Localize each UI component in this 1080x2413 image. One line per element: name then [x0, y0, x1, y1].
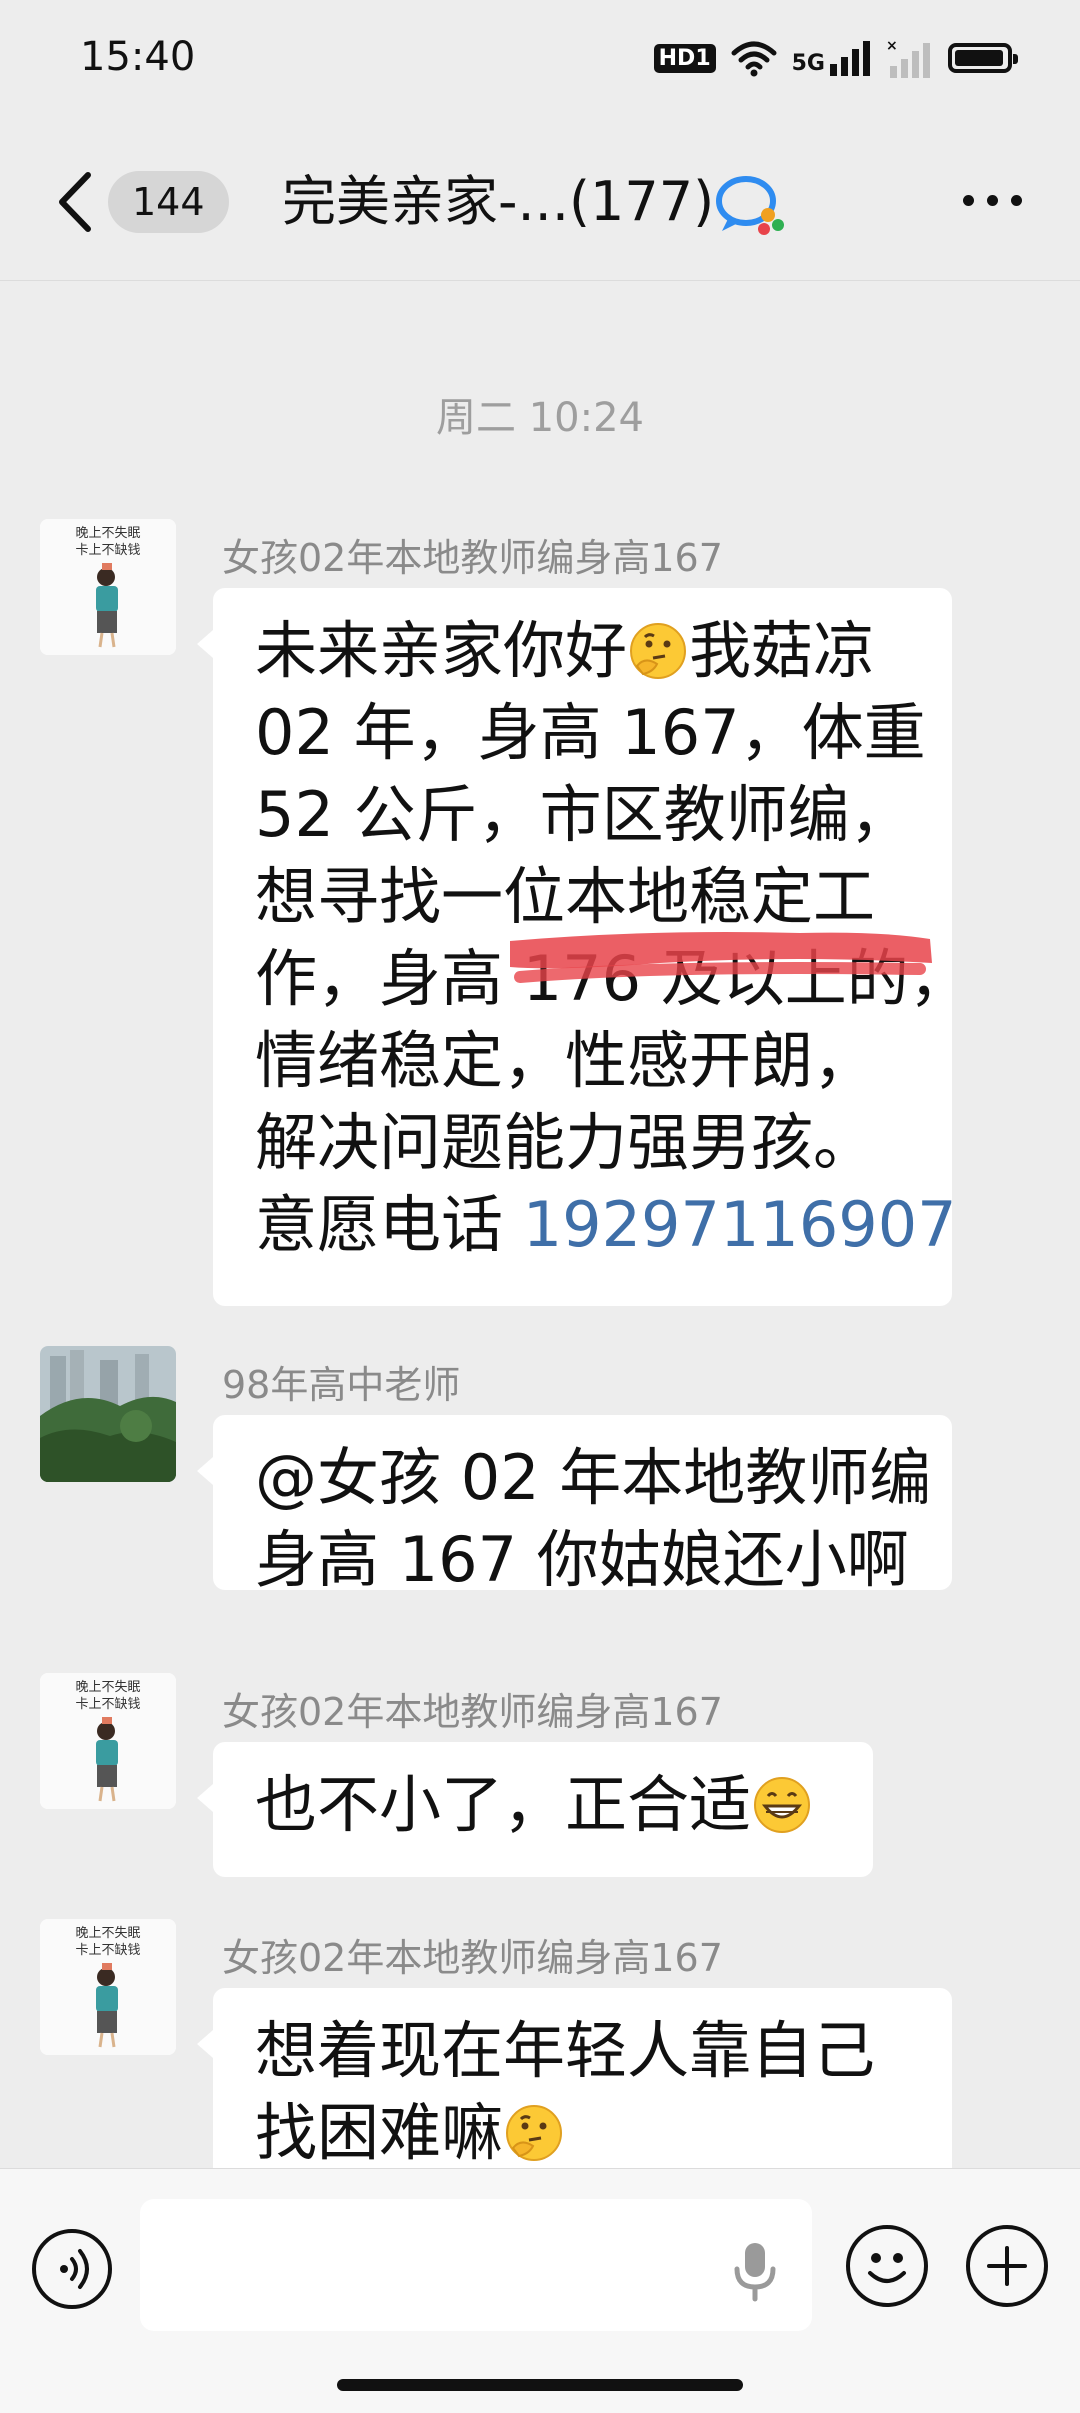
hd-icon: HD1: [653, 43, 716, 73]
home-indicator[interactable]: [337, 2379, 743, 2391]
message-text: 想着现在年轻人靠自己: [255, 2014, 876, 2087]
chat-title: 完美亲家-...(177): [282, 170, 715, 233]
back-arrow-icon[interactable]: [50, 167, 100, 237]
message-timestamp: 周二 10:24: [436, 395, 644, 441]
sender-name: 女孩02年本地教师编身高167: [222, 1690, 723, 1734]
phone-number-link[interactable]: 19297116907: [523, 1188, 957, 1261]
message-text: @女孩 02 年本地教师编: [255, 1441, 932, 1514]
sender-name: 98年高中老师: [222, 1363, 461, 1407]
message-text: 我菇凉: [689, 614, 876, 687]
thinking-face-icon: [506, 2105, 563, 2161]
message-bubble[interactable]: @女孩 02 年本地教师编 身高 167 你姑娘还小啊: [197, 1415, 952, 1596]
svg-text:×: ×: [886, 38, 898, 54]
voice-wave-icon: [60, 2249, 89, 2289]
message-text: 52 公斤，市区教师编，: [255, 778, 912, 851]
avatar-caption-1: 晚上不失眠: [75, 526, 140, 541]
thinking-face-icon: [630, 623, 687, 679]
avatar[interactable]: 晚上不失眠 卡上不缺钱: [40, 1673, 176, 1809]
signal-icon: 5G: [792, 40, 872, 76]
signal-weak-icon: ×: [886, 38, 930, 78]
chat-area[interactable]: 周二 10:24 晚上不失眠 卡上不缺钱 女孩02年本地教师编身高167 未来亲…: [0, 281, 1080, 2169]
enterprise-group-icon: [716, 176, 784, 235]
red-redaction-scribble: [510, 932, 932, 983]
microphone-icon[interactable]: [730, 2239, 780, 2303]
message-text: 也不小了，正合适: [255, 1768, 752, 1841]
avatar-caption-1: 晚上不失眠: [75, 1926, 140, 1941]
avatar-caption-2: 卡上不缺钱: [75, 1943, 140, 1958]
wifi-icon: [731, 41, 777, 77]
avatar[interactable]: [40, 1346, 176, 1482]
chat-header: 144 完美亲家-...(177): [0, 125, 1080, 281]
message-bubble[interactable]: 也不小了，正合适: [197, 1742, 873, 1877]
voice-toggle-button[interactable]: [32, 2229, 112, 2309]
status-time: 15:40: [80, 34, 196, 80]
battery-icon: [948, 43, 1018, 73]
message-text: 解决问题能力强男孩。: [255, 1106, 876, 1179]
more-options-icon[interactable]: [963, 195, 1022, 206]
message-text: 意愿电话: [255, 1188, 523, 1261]
message-text: 未来亲家你好: [255, 614, 628, 687]
network-label: 5G: [791, 51, 825, 76]
message-text: 身高 167 你姑娘还小啊: [255, 1523, 909, 1596]
add-attachment-button[interactable]: [966, 2225, 1048, 2307]
message-text: 情绪稳定，性感开朗，: [255, 1024, 876, 1097]
status-bar: 15:40 HD1 5G ×: [0, 0, 1080, 125]
status-icons: HD1 5G ×: [653, 38, 1018, 78]
grinning-face-icon: [754, 1777, 811, 1833]
plus-icon: [987, 2246, 1027, 2286]
smiley-icon: [868, 2253, 906, 2283]
sender-name: 女孩02年本地教师编身高167: [222, 1936, 723, 1980]
avatar-caption-2: 卡上不缺钱: [75, 1697, 140, 1712]
emoji-button[interactable]: [846, 2225, 928, 2307]
unread-count-badge[interactable]: 144: [108, 171, 229, 233]
input-bar: [0, 2168, 1080, 2413]
message-bubble[interactable]: 想着现在年轻人靠自己 找困难嘛: [197, 1988, 952, 2169]
sender-name: 女孩02年本地教师编身高167: [222, 536, 723, 580]
avatar[interactable]: 晚上不失眠 卡上不缺钱: [40, 519, 176, 655]
avatar-caption-2: 卡上不缺钱: [75, 543, 140, 558]
avatar-caption-1: 晚上不失眠: [75, 1680, 140, 1695]
avatar[interactable]: 晚上不失眠 卡上不缺钱: [40, 1919, 176, 2055]
message-text: 02 年，身高 167，体重: [255, 696, 926, 769]
message-input[interactable]: [140, 2199, 812, 2331]
message-text: 找困难嘛: [255, 2096, 504, 2169]
